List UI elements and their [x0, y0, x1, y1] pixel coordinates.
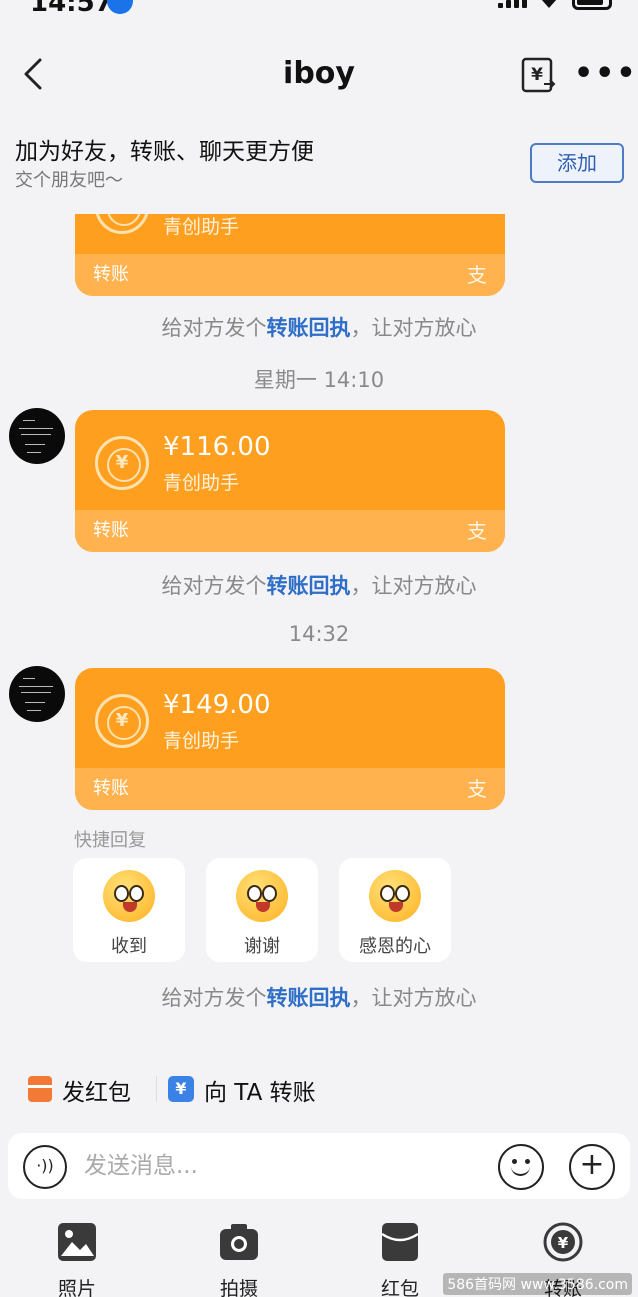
- red-packet-icon: [28, 1076, 52, 1102]
- transfer-coin-icon: ¥: [95, 694, 149, 748]
- time-label: 14:32: [288, 622, 350, 646]
- transfer-payee: 青创助手: [163, 472, 240, 494]
- transfer-record-icon[interactable]: ¥: [520, 56, 558, 94]
- transfer-card[interactable]: ¥ ¥149.00 青创助手 转账 支: [75, 668, 505, 810]
- red-packet-icon: [381, 1223, 419, 1261]
- receipt-hint: 给对方发个转账回执，让对方放心: [161, 986, 477, 1010]
- quick-reply-grateful[interactable]: 感恩的心: [339, 858, 451, 962]
- banner-subtitle: 交个朋友吧～: [15, 170, 123, 191]
- quick-reply-label: 快捷回复: [74, 830, 146, 851]
- message-input[interactable]: [84, 1142, 484, 1190]
- divider: [156, 1076, 157, 1102]
- toolbar-photo[interactable]: 照片: [32, 1220, 122, 1297]
- svg-text:¥: ¥: [531, 65, 543, 85]
- receipt-hint: 给对方发个转账回执，让对方放心: [161, 316, 477, 340]
- toolbar-red-packet[interactable]: 红包: [355, 1220, 445, 1297]
- alipay-icon: 支: [467, 519, 487, 543]
- transfer-amount: ¥116.00: [163, 432, 271, 462]
- yuan-icon: ¥: [168, 1076, 194, 1102]
- svg-text:¥: ¥: [558, 1234, 569, 1252]
- heart-emoji-icon: [369, 870, 421, 922]
- transfer-card[interactable]: ¥ ¥116.00 青创助手 转账 支: [75, 410, 505, 552]
- avatar[interactable]: [9, 666, 65, 722]
- transfer-payee: 青创助手: [163, 216, 240, 238]
- receipt-link[interactable]: 转账回执: [267, 316, 351, 340]
- chat-title: iboy: [283, 56, 355, 91]
- signal-icon: [498, 0, 528, 8]
- wifi-icon: [541, 0, 557, 8]
- more-icon[interactable]: •••: [574, 58, 636, 90]
- transfer-coin-icon: ¥: [95, 214, 149, 234]
- quick-reply-thanks[interactable]: 谢谢: [206, 858, 318, 962]
- back-button[interactable]: [14, 52, 58, 96]
- voice-button[interactable]: ·)): [23, 1145, 67, 1189]
- transfer-label: 转账: [93, 264, 129, 285]
- add-friend-button[interactable]: 添加: [530, 143, 624, 183]
- transfer-icon: ¥: [543, 1222, 583, 1262]
- receipt-link[interactable]: 转账回执: [267, 574, 351, 598]
- battery-icon: [572, 0, 612, 10]
- camera-icon: [220, 1224, 258, 1260]
- transfer-amount: ¥149.00: [163, 690, 271, 720]
- watermark: 586首码网 www.3586.com: [443, 1273, 632, 1295]
- transfer-label: 转账: [93, 778, 129, 799]
- photo-icon: [58, 1223, 96, 1261]
- emoji-button[interactable]: [498, 1144, 544, 1190]
- transfer-card-footer: 转账 支: [75, 768, 505, 810]
- receipt-link[interactable]: 转账回执: [267, 986, 351, 1010]
- transfer-label: 转账: [93, 520, 129, 541]
- ok-hand-emoji-icon: [103, 870, 155, 922]
- status-time: 14:57: [30, 0, 113, 18]
- transfer-coin-icon: ¥: [95, 436, 149, 490]
- quick-reply-received[interactable]: 收到: [73, 858, 185, 962]
- toolbar-camera[interactable]: 拍摄: [194, 1220, 284, 1297]
- grin-emoji-icon: [236, 870, 288, 922]
- receipt-hint: 给对方发个转账回执，让对方放心: [161, 574, 477, 598]
- avatar[interactable]: [9, 408, 65, 464]
- banner-title: 加为好友，转账、聊天更方便: [15, 139, 314, 165]
- transfer-card-footer: 转账 支: [75, 254, 505, 296]
- time-label: 星期一 14:10: [253, 368, 385, 392]
- transfer-card-footer: 转账 支: [75, 510, 505, 552]
- alipay-icon: 支: [467, 263, 487, 287]
- plus-button[interactable]: +: [569, 1144, 615, 1190]
- alipay-icon: 支: [467, 777, 487, 801]
- transfer-payee: 青创助手: [163, 730, 240, 752]
- transfer-card[interactable]: ¥ 青创助手 转账 支: [75, 214, 505, 296]
